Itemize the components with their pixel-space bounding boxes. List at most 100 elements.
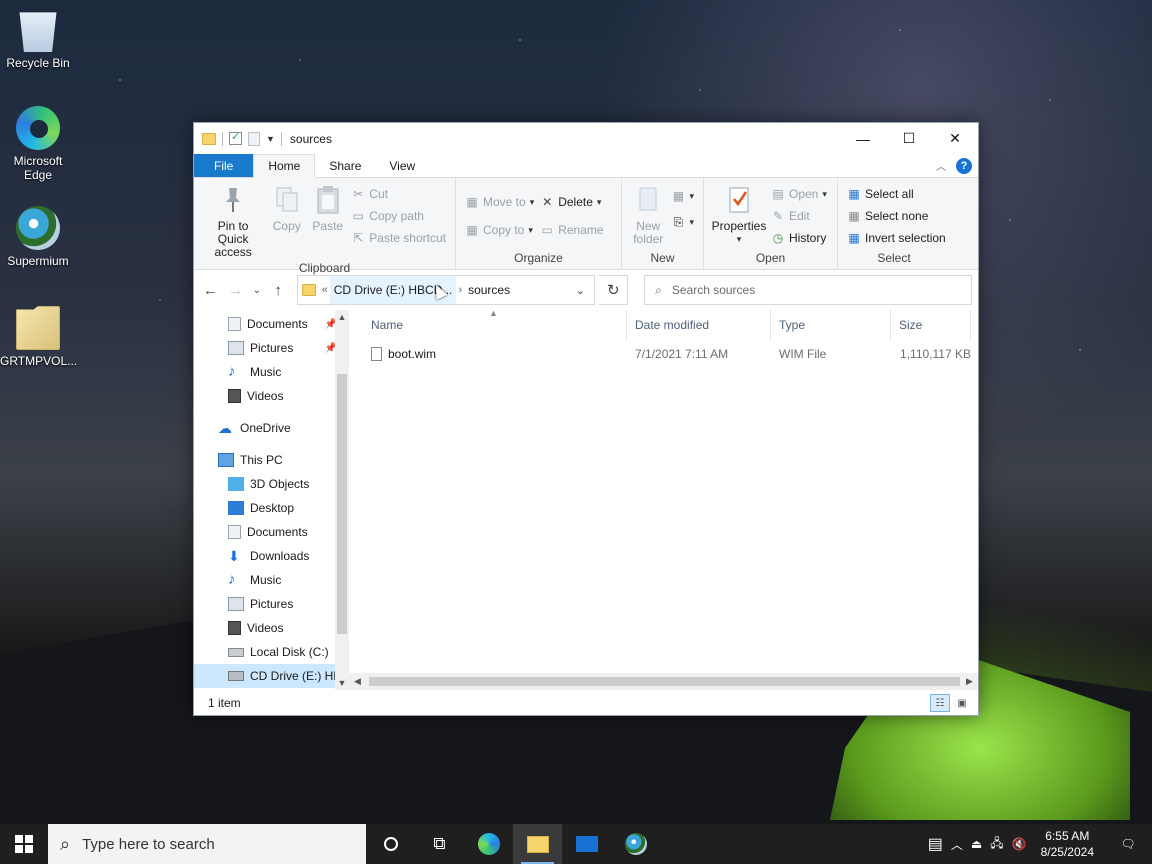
- minimize-button[interactable]: —: [840, 123, 886, 154]
- notification-center-button[interactable]: 🗨: [1108, 824, 1148, 864]
- easy-access-button[interactable]: ⎘ ▾: [668, 212, 697, 232]
- tab-view[interactable]: View: [375, 154, 429, 177]
- column-name[interactable]: Name: [349, 310, 627, 340]
- pin-to-quick-access-button[interactable]: Pin to Quick access: [200, 182, 266, 261]
- nav-item-3d-objects[interactable]: 3D Objects: [194, 472, 349, 496]
- details-view-icon[interactable]: ☷: [930, 694, 950, 712]
- open-button[interactable]: ▤ Open ▾: [768, 184, 830, 204]
- overflow-chevron[interactable]: «: [320, 284, 330, 296]
- collapse-ribbon-icon[interactable]: ︿: [936, 158, 946, 173]
- nav-item-label: OneDrive: [240, 421, 291, 435]
- forward-button[interactable]: →: [225, 279, 246, 301]
- search-box[interactable]: ⌕ Search sources: [644, 275, 973, 305]
- nav-item-music-pc[interactable]: ♪ Music: [194, 568, 349, 592]
- tab-home[interactable]: Home: [253, 154, 316, 178]
- column-size[interactable]: Size: [891, 310, 971, 340]
- scroll-down-icon[interactable]: ▼: [335, 676, 349, 690]
- folder-icon: [301, 284, 316, 296]
- close-button[interactable]: ✕: [932, 123, 978, 154]
- copy-to-button[interactable]: ▦ Copy to ▾: [462, 220, 537, 240]
- paste-button[interactable]: Paste: [307, 182, 348, 261]
- volume-muted-icon[interactable]: 🔇: [1012, 837, 1027, 851]
- nav-item-documents[interactable]: Documents 📌: [194, 312, 349, 336]
- taskbar-mail[interactable]: [562, 824, 611, 864]
- nav-item-onedrive[interactable]: ☁ OneDrive: [194, 416, 349, 440]
- scroll-thumb[interactable]: [369, 677, 960, 686]
- scroll-up-icon[interactable]: ▲: [335, 310, 349, 324]
- nav-item-videos[interactable]: Videos: [194, 384, 349, 408]
- desktop-icon-edge[interactable]: Microsoft Edge: [0, 106, 76, 182]
- taskbar-supermium[interactable]: [611, 824, 660, 864]
- task-view-button[interactable]: ⧉: [415, 824, 464, 864]
- nav-pane-scrollbar[interactable]: ▲ ▼: [335, 310, 349, 690]
- column-type[interactable]: Type: [771, 310, 891, 340]
- nav-item-pictures-pc[interactable]: Pictures: [194, 592, 349, 616]
- recent-locations-dropdown[interactable]: ⌄: [250, 279, 263, 301]
- taskbar-search[interactable]: ⌕ Type here to search: [48, 824, 366, 864]
- refresh-button[interactable]: ↻: [599, 275, 629, 305]
- scroll-left-icon[interactable]: ◀: [349, 673, 366, 690]
- file-list-hscrollbar[interactable]: ◀ ▶: [349, 673, 978, 690]
- new-folder-button[interactable]: New folder: [628, 182, 668, 251]
- nav-item-videos-pc[interactable]: Videos: [194, 616, 349, 640]
- move-to-button[interactable]: ▦ Move to ▾: [462, 192, 537, 212]
- large-icons-view-icon[interactable]: ▣: [952, 694, 972, 712]
- up-button[interactable]: ↑: [268, 279, 289, 301]
- customize-toolbar-dropdown-icon[interactable]: ▼: [266, 134, 275, 144]
- new-item-button[interactable]: ▦ ▾: [668, 186, 697, 206]
- properties-icon: [729, 187, 749, 213]
- taskbar-file-explorer[interactable]: [513, 824, 562, 864]
- copy-path-button[interactable]: ▭ Copy path: [348, 206, 449, 226]
- back-button[interactable]: ←: [200, 279, 221, 301]
- column-date-modified[interactable]: Date modified: [627, 310, 771, 340]
- maximize-button[interactable]: ☐: [886, 123, 932, 154]
- 3d-objects-icon: [228, 477, 244, 491]
- edit-button[interactable]: ✎ Edit: [768, 206, 830, 226]
- history-button[interactable]: ◷ History: [768, 228, 830, 248]
- nav-item-pictures[interactable]: Pictures 📌: [194, 336, 349, 360]
- paste-shortcut-icon: ⇱: [353, 231, 364, 245]
- nav-item-local-disk[interactable]: Local Disk (C:): [194, 640, 349, 664]
- rename-button[interactable]: ▭ Rename: [537, 220, 606, 240]
- edge-icon: [16, 106, 60, 150]
- tab-file[interactable]: File: [194, 154, 254, 177]
- nav-item-music[interactable]: ♪ Music: [194, 360, 349, 384]
- select-none-button[interactable]: ▦ Select none: [844, 206, 949, 226]
- paste-shortcut-button[interactable]: ⇱ Paste shortcut: [348, 228, 449, 248]
- invert-selection-button[interactable]: ▦ Invert selection: [844, 228, 949, 248]
- nav-item-downloads[interactable]: ⬇ Downloads: [194, 544, 349, 568]
- cut-button[interactable]: ✂ Cut: [348, 184, 449, 204]
- desktop-icon-supermium[interactable]: Supermium: [0, 206, 76, 268]
- start-button[interactable]: [0, 824, 48, 864]
- delete-label: Delete: [558, 195, 593, 209]
- properties-quick-icon[interactable]: [229, 130, 242, 145]
- clock[interactable]: 6:55 AM 8/25/2024: [1035, 828, 1100, 860]
- taskbar-edge[interactable]: [464, 824, 513, 864]
- file-row[interactable]: boot.wim 7/1/2021 7:11 AM WIM File 1,110…: [349, 340, 978, 368]
- select-all-button[interactable]: ▦ Select all: [844, 184, 949, 204]
- address-bar[interactable]: « CD Drive (E:) HBCD... › sources ⌄: [296, 275, 596, 305]
- address-dropdown-icon[interactable]: ⌄: [566, 284, 594, 297]
- title-bar[interactable]: ▼ sources — ☐ ✕: [194, 123, 978, 154]
- cortana-button[interactable]: [366, 824, 415, 864]
- nav-item-documents-pc[interactable]: Documents: [194, 520, 349, 544]
- copy-button[interactable]: Copy: [266, 182, 307, 261]
- show-hidden-icons-icon[interactable]: ︿: [951, 836, 963, 853]
- scroll-thumb[interactable]: [337, 374, 347, 634]
- tab-share[interactable]: Share: [315, 154, 375, 177]
- desktop-icon-grtmpvol[interactable]: GRTMPVOL...: [0, 306, 77, 368]
- usb-icon[interactable]: ⏏: [971, 837, 982, 851]
- nav-item-cd-drive[interactable]: CD Drive (E:) HB: [194, 664, 349, 688]
- scroll-right-icon[interactable]: ▶: [961, 673, 978, 690]
- delete-button[interactable]: ✕ Delete ▾: [537, 192, 606, 212]
- nav-item-this-pc[interactable]: This PC: [194, 448, 349, 472]
- breadcrumb-separator-icon[interactable]: ›: [456, 284, 464, 296]
- network-icon[interactable]: 🖧: [990, 834, 1003, 855]
- breadcrumb-folder[interactable]: sources: [464, 276, 514, 304]
- properties-button[interactable]: Properties ▾: [710, 182, 768, 251]
- help-icon[interactable]: ?: [956, 157, 972, 174]
- nav-item-desktop[interactable]: Desktop: [194, 496, 349, 520]
- new-folder-quick-icon[interactable]: [248, 131, 260, 146]
- desktop-icon-recycle-bin[interactable]: Recycle Bin: [0, 8, 76, 70]
- news-icon[interactable]: ▤: [928, 834, 943, 854]
